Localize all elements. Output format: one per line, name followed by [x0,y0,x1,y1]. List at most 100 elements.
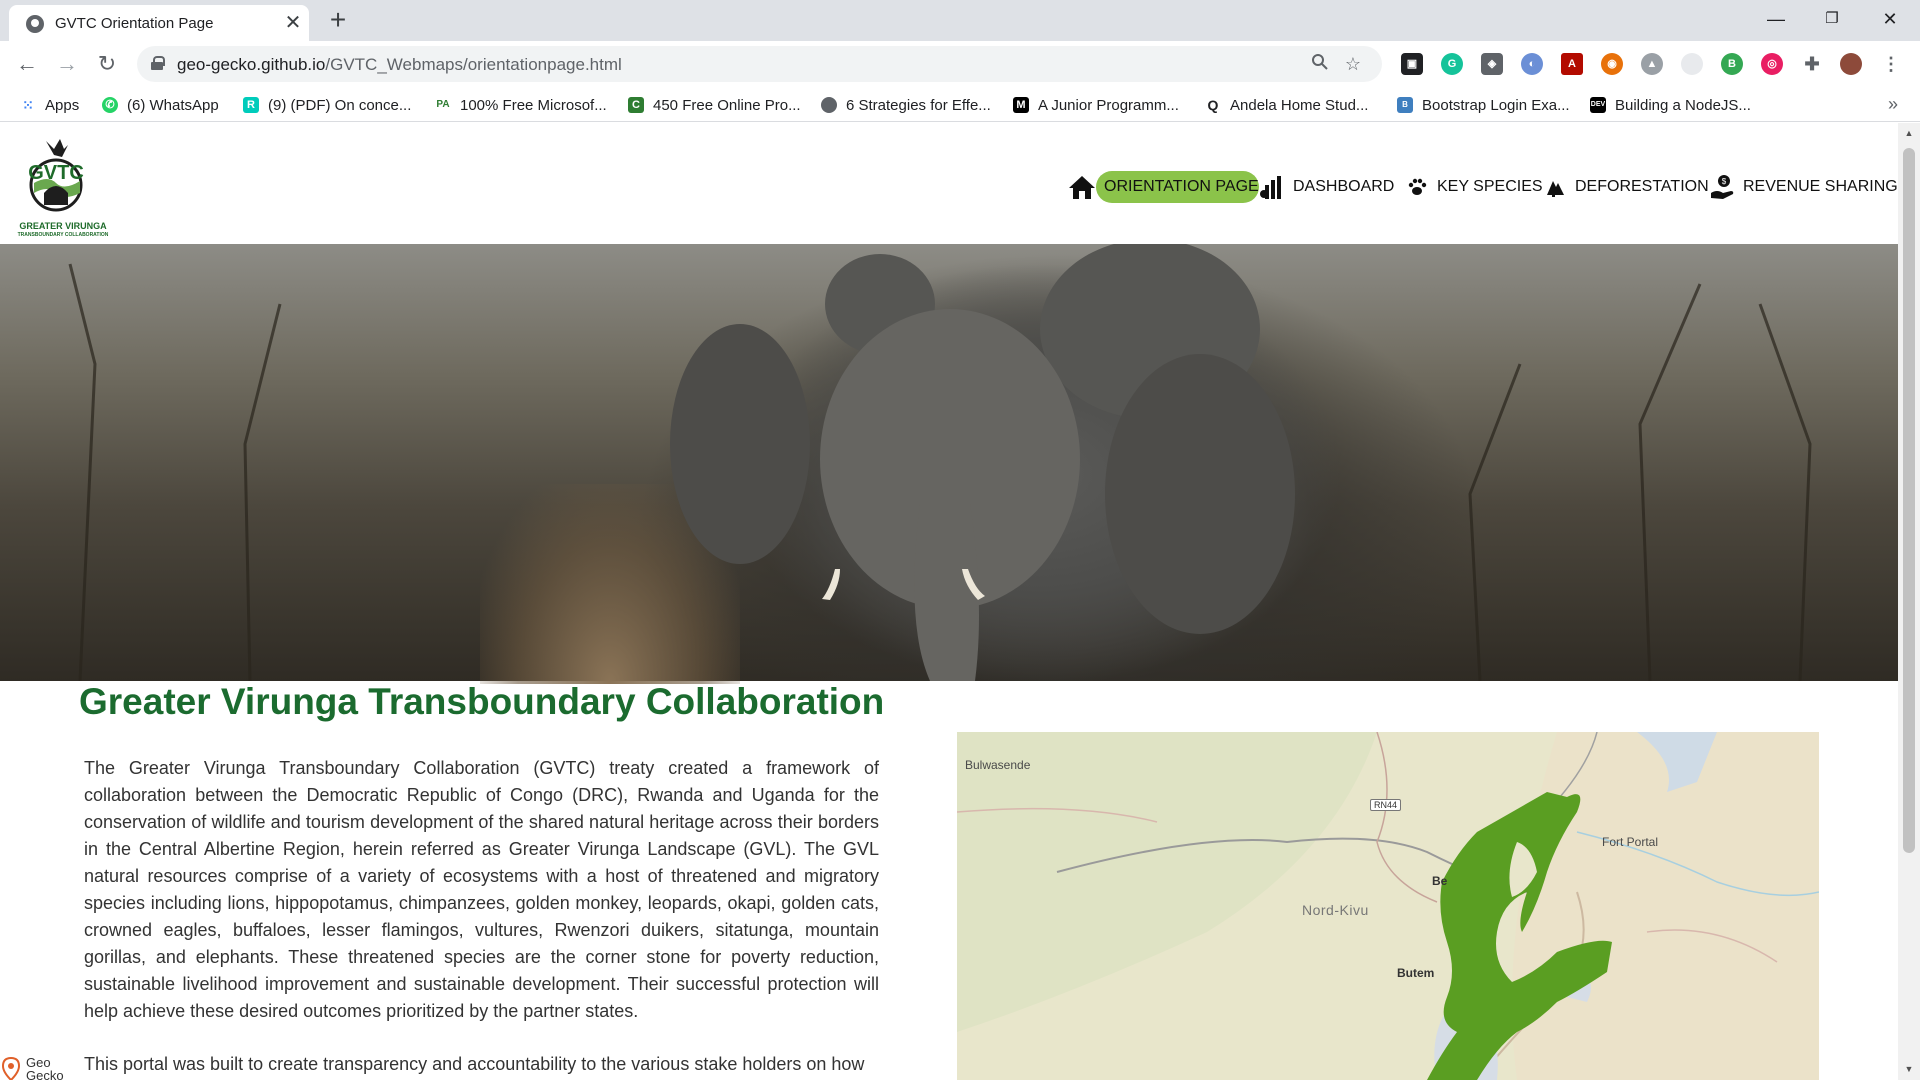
hand-money-icon: $ [1709,173,1737,201]
extension-icon-10[interactable]: ◎ [1761,53,1783,75]
whatsapp-icon: ✆ [102,97,118,113]
extension-icon-8[interactable] [1681,53,1703,75]
restore-button[interactable]: ❐ [1804,0,1860,38]
intro-paragraph: The Greater Virunga Transboundary Collab… [84,758,879,1021]
andela-icon: Q [1207,97,1219,113]
map-road-shield: RN44 [1370,799,1402,811]
nav-dashboard[interactable]: DASHBOARD [1259,170,1394,204]
close-tab-icon[interactable]: ✕ [281,11,305,35]
forward-button[interactable]: → [50,47,84,81]
nav-key-species[interactable]: KEY SPECIES [1403,170,1543,204]
map-basemap [957,732,1819,1080]
extension-icon-9[interactable]: B [1721,53,1743,75]
bookmark-label: (9) (PDF) On conce... [268,96,412,114]
gvl-map[interactable]: Bulwasende RN44 Fort Portal Nord-Kivu Be… [957,732,1819,1080]
browser-menu-icon[interactable]: ⋮ [1880,53,1902,75]
site-header: GVTC GREATER VIRUNGA TRANSBOUNDARY COLLA… [0,123,1898,244]
nav-label: REVENUE SHARING [1743,178,1898,195]
logo-text: GREATER VIRUNGA [19,221,107,231]
nav-label: DASHBOARD [1293,178,1395,195]
browser-tabstrip: GVTC Orientation Page ✕ + — ❐ ✕ [0,0,1920,41]
geogecko-line2: Gecko [26,1068,64,1080]
home-icon [1068,173,1096,201]
bookmarks-bar: ⁙ Apps ✆ (6) WhatsApp R (9) (PDF) On conce.… [0,88,1920,122]
window-close-button[interactable]: ✕ [1862,0,1918,38]
map-label-bulwasende: Bulwasende [965,758,1031,772]
profile-avatar[interactable] [1840,53,1862,75]
grammarly-icon[interactable]: G [1441,53,1463,75]
bookmark-andela[interactable]: Q Andela Home Stud... [1205,94,1369,116]
svg-text:$: $ [1722,177,1727,186]
extensions-puzzle-icon[interactable]: ✚ [1801,53,1823,75]
url-text[interactable]: geo-gecko.github.io/GVTC_Webmaps/orienta… [177,55,622,75]
bookmark-class-central[interactable]: C 450 Free Online Pro... [628,94,801,116]
pdf-icon[interactable]: A [1561,53,1583,75]
page-title: Greater Virunga Transboundary Collaborat… [79,681,885,722]
nav-deforestation[interactable]: DEFORESTATION [1541,170,1709,204]
page-scrollbar[interactable]: ▲ ▼ [1898,123,1920,1080]
extension-icon-1[interactable]: ▣ [1401,53,1423,75]
bookmark-whatsapp[interactable]: ✆ (6) WhatsApp [102,94,219,116]
hero-elephant-silhouettes [68,244,1812,681]
extension-icon-4[interactable]: ◐ [1521,53,1543,75]
tree-cutting-icon [1541,173,1569,201]
globe-icon [26,15,44,33]
nav-orientation-page[interactable]: ORIENTATION PAGE [1068,170,1259,204]
nav-label: ORIENTATION PAGE [1096,171,1259,203]
researchgate-icon: R [243,97,259,113]
nav-revenue-sharing[interactable]: $ REVENUE SHARING [1709,170,1898,204]
geogecko-badge[interactable]: Geo Gecko [2,1055,64,1080]
map-label-butem: Butem [1397,966,1435,980]
bootstrap-icon: B [1397,97,1413,113]
bookmark-researchgate[interactable]: R (9) (PDF) On conce... [243,94,411,116]
dev-icon: DEV [1590,97,1606,113]
globe-icon [821,97,837,113]
bookmark-label: Apps [45,96,80,114]
pa-icon: PA [436,99,450,110]
bookmark-microsoft[interactable]: PA 100% Free Microsof... [435,94,607,116]
browser-toolbar: ← → ↻ geo-gecko.github.io/GVTC_Webmaps/o… [0,41,1920,88]
web-page: GVTC GREATER VIRUNGA TRANSBOUNDARY COLLA… [0,123,1898,1080]
bookmark-star-icon[interactable]: ☆ [1342,53,1364,75]
logo-text-block: GREATER VIRUNGA TRANSBOUNDARY COLLABORAT… [8,221,118,238]
new-tab-button[interactable]: + [322,4,354,36]
back-button[interactable]: ← [10,47,44,81]
extension-icon-6[interactable]: ◉ [1601,53,1623,75]
bookmark-strategies[interactable]: 6 Strategies for Effe... [821,94,991,116]
bookmark-label: Bootstrap Login Exa... [1422,96,1570,114]
scroll-down-arrow[interactable]: ▼ [1903,1063,1915,1075]
bookmark-label: (6) WhatsApp [127,96,219,114]
nav-label: DEFORESTATION [1575,178,1709,195]
bookmark-label: 100% Free Microsof... [460,96,607,114]
drive-icon[interactable]: ▲ [1641,53,1663,75]
hero-elephants-image [0,244,1898,684]
class-central-icon: C [628,97,644,113]
url-path: /GVTC_Webmaps/orientationpage.html [325,55,622,74]
extension-icon-3[interactable]: ◈ [1481,53,1503,75]
scroll-thumb[interactable] [1903,148,1915,853]
bookmark-apps[interactable]: ⁙ Apps [20,94,79,116]
address-bar[interactable]: geo-gecko.github.io/GVTC_Webmaps/orienta… [137,46,1382,82]
dashboard-icon [1259,173,1287,201]
logo-subtext: TRANSBOUNDARY COLLABORATION [17,232,109,238]
scroll-up-arrow[interactable]: ▲ [1903,127,1915,139]
map-label-fort-portal: Fort Portal [1602,835,1659,849]
gvtc-logo[interactable]: GVTC GREATER VIRUNGA TRANSBOUNDARY COLLA… [8,135,108,238]
lock-icon[interactable] [151,56,165,70]
bookmark-bootstrap[interactable]: B Bootstrap Login Exa... [1397,94,1570,116]
reload-button[interactable]: ↻ [90,47,124,81]
bookmark-dev[interactable]: DEV Building a NodeJS... [1590,94,1751,116]
paw-icon [1403,173,1431,201]
tab-title: GVTC Orientation Page [55,15,214,32]
medium-icon: M [1013,97,1029,113]
zoom-icon[interactable] [1309,53,1331,75]
bookmarks-overflow-icon[interactable]: » [1888,94,1898,115]
portal-paragraph: This portal was built to create transpar… [84,1054,865,1074]
gvtc-logo-mark: GVTC [28,139,84,212]
minimize-button[interactable]: — [1748,0,1804,38]
bookmark-label: Andela Home Stud... [1230,96,1369,114]
bookmark-medium[interactable]: M A Junior Programm... [1013,94,1179,116]
nav-label: KEY SPECIES [1437,178,1543,195]
browser-tab[interactable]: GVTC Orientation Page ✕ [9,5,309,41]
logo-mark-text: GVTC [28,162,84,184]
